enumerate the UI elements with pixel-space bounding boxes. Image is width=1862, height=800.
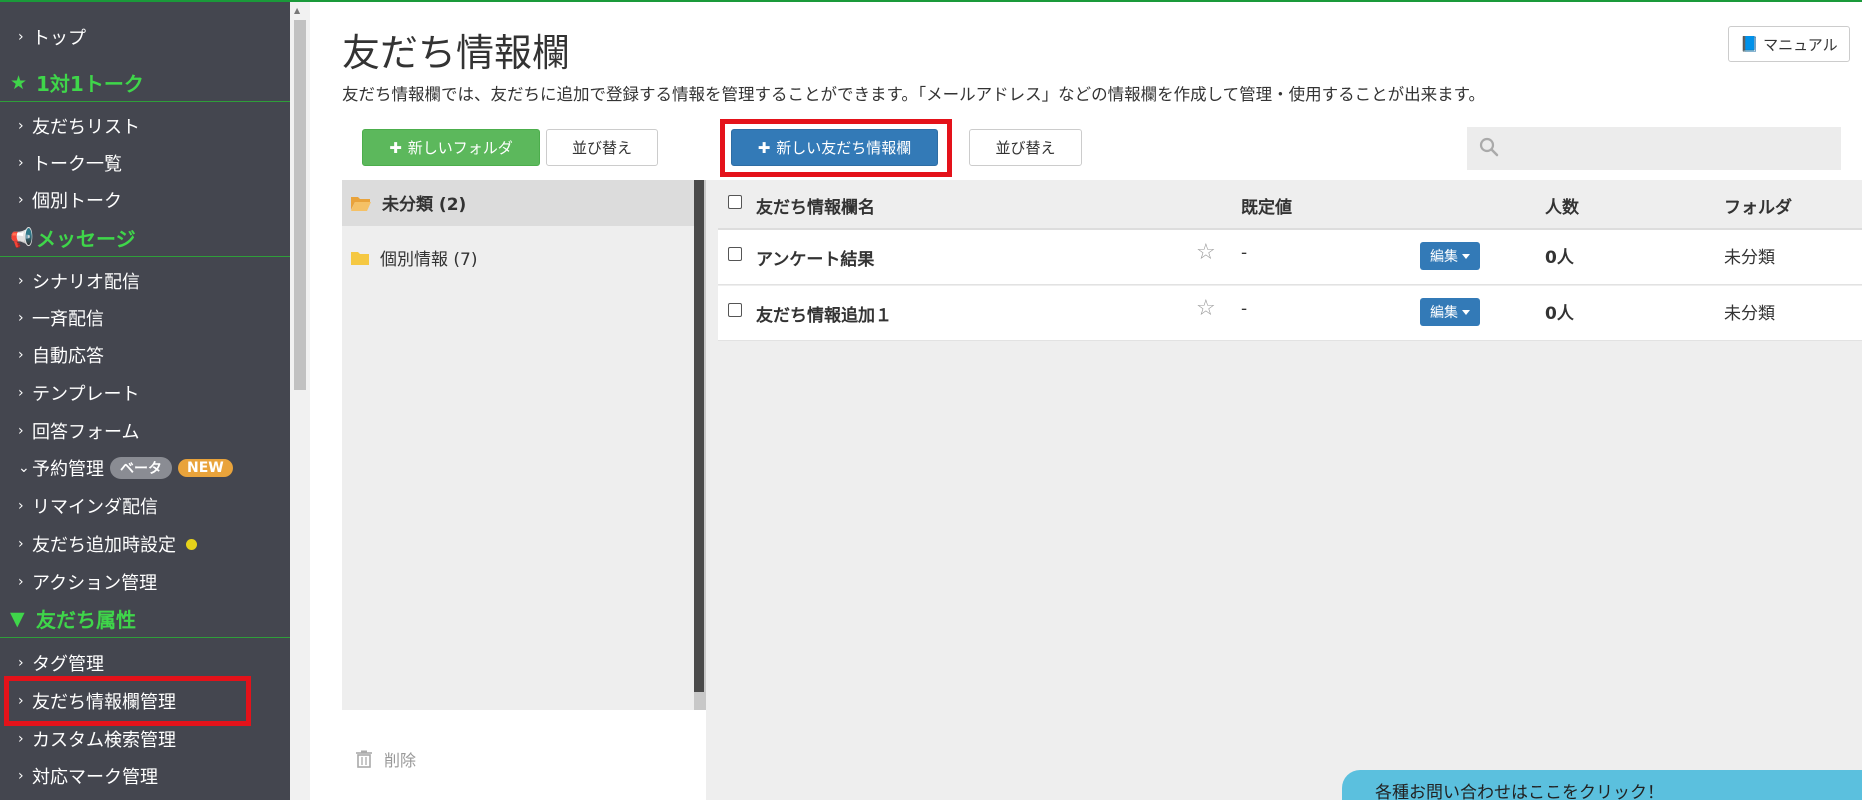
select-all-checkbox[interactable]	[728, 195, 742, 209]
sidebar-item-tag[interactable]: › タグ管理	[18, 650, 104, 676]
sidebar-section-talk: ★ 1対1トーク	[0, 64, 290, 102]
page-description: 友だち情報欄では、友だちに追加で登録する情報を管理することができます。「メールア…	[342, 85, 1485, 104]
sidebar: › トップ ★ 1対1トーク › 友だちリスト › トーク一覧 › 個別トーク 📢 メッセー…	[0, 2, 290, 800]
folder-name: 未分類	[1724, 304, 1775, 324]
new-badge: NEW	[178, 459, 233, 477]
scroll-up-arrow-icon[interactable]: ▲	[294, 6, 300, 15]
chevron-right-icon: ›	[18, 347, 24, 363]
caret-down-icon	[1462, 309, 1470, 315]
filter-icon: ▼	[10, 607, 25, 630]
sidebar-item-scenario[interactable]: › シナリオ配信	[18, 268, 140, 294]
contact-bar[interactable]: 各種お問い合わせはここをクリック！	[1342, 770, 1862, 800]
chevron-right-icon: ›	[18, 273, 24, 289]
page-title: 友だち情報欄	[342, 31, 571, 75]
folder-item-uncategorized[interactable]: 未分類 (2)	[350, 190, 466, 215]
beta-badge: ベータ	[110, 457, 172, 479]
folder-name: 未分類	[1724, 248, 1775, 268]
caret-down-icon	[1462, 253, 1470, 259]
sidebar-item-top[interactable]: › トップ	[18, 24, 86, 50]
sidebar-section-message: 📢 メッセージ	[0, 219, 290, 257]
chevron-down-icon: ⌄	[18, 460, 30, 476]
book-icon: 📘	[1740, 35, 1760, 53]
sidebar-scrollbar-thumb[interactable]	[294, 20, 306, 390]
sidebar-item-action[interactable]: › アクション管理	[18, 569, 157, 595]
col-header-count: 人数	[1545, 198, 1579, 218]
chevron-right-icon: ›	[18, 310, 24, 326]
chevron-right-icon: ›	[18, 118, 24, 134]
search-icon	[1479, 137, 1499, 157]
edit-dropdown-button[interactable]: 編集	[1420, 242, 1480, 270]
col-header-folder: フォルダ	[1724, 198, 1792, 218]
chevron-right-icon: ›	[18, 385, 24, 401]
sidebar-item-mark[interactable]: › 対応マーク管理	[18, 763, 158, 789]
highlight-box-sidebar	[4, 676, 251, 726]
sidebar-section-attribute: ▼ 友だち属性	[0, 600, 290, 638]
sidebar-item-answer-form[interactable]: › 回答フォーム	[18, 418, 139, 444]
sidebar-item-talk-list[interactable]: › トーク一覧	[18, 150, 122, 176]
manual-button[interactable]: 📘 マニュアル	[1728, 26, 1850, 62]
plus-icon: ✚	[389, 138, 402, 157]
new-folder-button[interactable]: ✚ 新しいフォルダ	[362, 129, 540, 166]
chevron-right-icon: ›	[18, 155, 24, 171]
chevron-right-icon: ›	[18, 29, 24, 45]
chevron-right-icon: ›	[18, 536, 24, 552]
sidebar-item-individual-talk[interactable]: › 個別トーク	[18, 187, 122, 213]
megaphone-icon: 📢	[10, 227, 34, 249]
col-header-default: 既定値	[1241, 198, 1292, 218]
folder-scrollbar-thumb[interactable]	[694, 180, 704, 692]
chevron-right-icon: ›	[18, 192, 24, 208]
sidebar-item-auto-reply[interactable]: › 自動応答	[18, 342, 104, 368]
sidebar-item-reservation[interactable]: ⌄ 予約管理 ベータ NEW	[18, 455, 233, 481]
folder-item-individual[interactable]: 個別情報 (7)	[350, 245, 477, 270]
sidebar-item-friend-list[interactable]: › 友だちリスト	[18, 113, 140, 139]
info-name[interactable]: 友だち情報追加１	[756, 301, 892, 326]
sidebar-item-broadcast[interactable]: › 一斉配信	[18, 305, 104, 331]
open-folder-icon	[351, 196, 371, 211]
friend-count: 0人	[1545, 304, 1574, 324]
row-checkbox[interactable]	[728, 247, 742, 261]
sidebar-item-custom-search[interactable]: › カスタム検索管理	[18, 726, 176, 752]
row-checkbox[interactable]	[728, 303, 742, 317]
star-icon[interactable]: ☆	[1196, 240, 1216, 265]
delete-button[interactable]: 削除	[356, 747, 416, 771]
sidebar-item-add-friend-settings[interactable]: › 友だち追加時設定	[18, 531, 197, 557]
chevron-right-icon: ›	[18, 768, 24, 784]
chevron-right-icon: ›	[18, 731, 24, 747]
chevron-right-icon: ›	[18, 423, 24, 439]
default-value: -	[1241, 243, 1248, 263]
info-name[interactable]: アンケート結果	[756, 245, 874, 270]
folder-icon	[351, 251, 369, 265]
col-header-name: 友だち情報欄名	[756, 198, 875, 218]
sidebar-item-template[interactable]: › テンプレート	[18, 380, 139, 406]
notification-dot	[186, 538, 197, 550]
folder-sort-button[interactable]: 並び替え	[546, 129, 658, 166]
table-row: 友だち情報追加１ ☆ - 編集 0人 未分類	[718, 286, 1862, 341]
table-row: アンケート結果 ☆ - 編集 0人 未分類	[718, 230, 1862, 285]
edit-dropdown-button[interactable]: 編集	[1420, 298, 1480, 326]
default-value: -	[1241, 299, 1248, 319]
chevron-right-icon: ›	[18, 498, 24, 514]
highlight-box-new-button	[720, 119, 952, 177]
star-icon: ★	[10, 71, 28, 94]
friend-count: 0人	[1545, 248, 1574, 268]
info-sort-button[interactable]: 並び替え	[969, 129, 1082, 166]
trash-icon	[356, 750, 372, 768]
chevron-right-icon: ›	[18, 574, 24, 590]
star-icon[interactable]: ☆	[1196, 296, 1216, 321]
chevron-right-icon: ›	[18, 655, 24, 671]
sidebar-item-reminder[interactable]: › リマインダ配信	[18, 493, 158, 519]
search-input[interactable]	[1467, 127, 1841, 170]
table-header: 友だち情報欄名 既定値 人数 フォルダ	[718, 180, 1862, 230]
